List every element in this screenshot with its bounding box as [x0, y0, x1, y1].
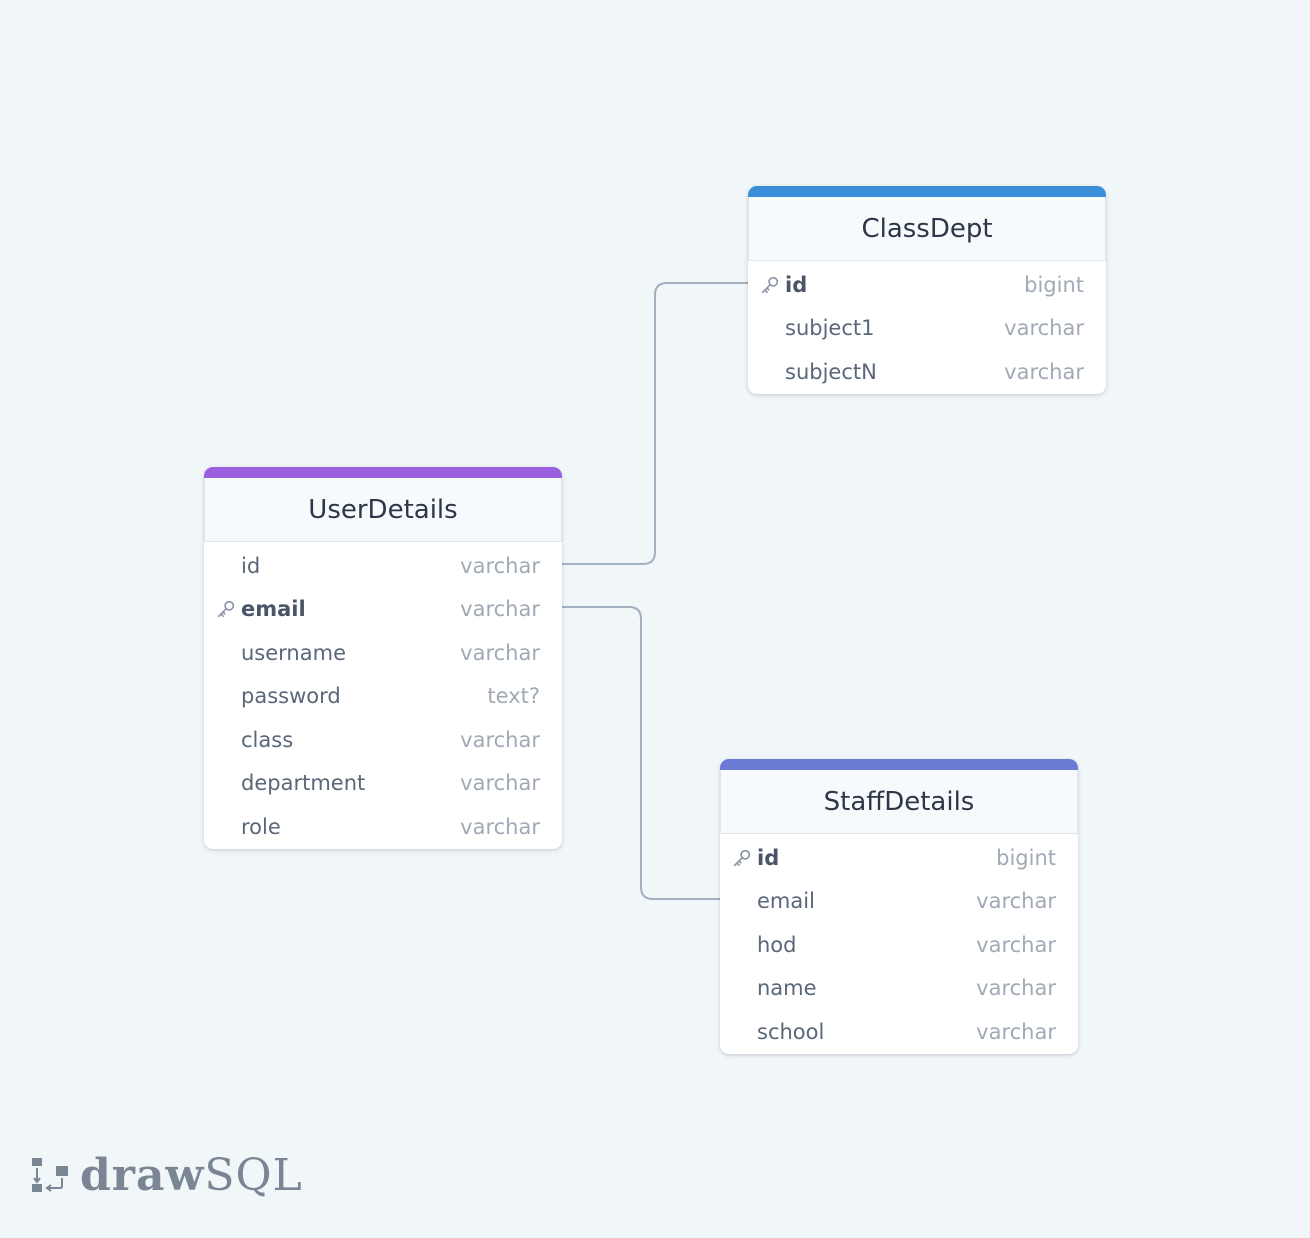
- column-name: email: [241, 597, 306, 622]
- column-name: id: [785, 272, 808, 297]
- column-row[interactable]: password text?: [204, 675, 562, 719]
- column-name: name: [757, 976, 817, 1001]
- diagram-canvas[interactable]: ClassDept id bigint subject1 varchar sub…: [0, 0, 1310, 1238]
- column-name: subjectN: [785, 359, 877, 384]
- column-row[interactable]: role varchar: [204, 805, 562, 849]
- column-name: username: [241, 640, 346, 665]
- column-row[interactable]: subjectN varchar: [748, 350, 1106, 394]
- column-row[interactable]: school varchar: [720, 1010, 1078, 1054]
- column-row[interactable]: email varchar: [720, 880, 1078, 924]
- column-row[interactable]: hod varchar: [720, 923, 1078, 967]
- column-type: varchar: [460, 597, 540, 622]
- drawsql-brand[interactable]: draw SQL: [30, 1149, 303, 1201]
- brand-wordmark-sql: SQL: [204, 1149, 303, 1201]
- column-row[interactable]: id bigint: [748, 263, 1106, 307]
- column-type: varchar: [460, 640, 540, 665]
- column-type: bigint: [996, 845, 1056, 870]
- column-type: varchar: [460, 771, 540, 796]
- key-icon: [217, 601, 235, 618]
- column-type: varchar: [1004, 316, 1084, 341]
- column-row[interactable]: email varchar: [204, 588, 562, 632]
- column-type: varchar: [1004, 359, 1084, 384]
- table-title[interactable]: StaffDetails: [720, 770, 1078, 834]
- column-name: id: [241, 553, 261, 578]
- column-name: class: [241, 727, 294, 752]
- relation-userdetails-id-classdept-id[interactable]: [562, 282, 748, 565]
- column-name: department: [241, 771, 366, 796]
- column-type: text?: [487, 684, 540, 709]
- column-name: hod: [757, 932, 797, 957]
- table-accent-bar: [204, 467, 562, 478]
- relation-connectors: [562, 282, 748, 900]
- column-list: id bigint subject1 varchar subjectN varc…: [748, 261, 1106, 394]
- column-row[interactable]: id bigint: [720, 836, 1078, 880]
- table-title[interactable]: ClassDept: [748, 197, 1106, 261]
- column-type: varchar: [460, 814, 540, 839]
- table-classdept[interactable]: ClassDept id bigint subject1 varchar sub…: [748, 186, 1106, 394]
- table-accent-bar: [748, 186, 1106, 197]
- column-list: id bigint email varchar hod varchar name…: [720, 834, 1078, 1054]
- column-type: varchar: [460, 553, 540, 578]
- column-name: subject1: [785, 316, 875, 341]
- column-row[interactable]: id varchar: [204, 544, 562, 588]
- column-type: varchar: [976, 889, 1056, 914]
- column-type: bigint: [1024, 272, 1084, 297]
- column-type: varchar: [460, 727, 540, 752]
- table-userdetails[interactable]: UserDetails id varchar email varchar use…: [204, 467, 562, 849]
- column-name: id: [757, 845, 780, 870]
- drawsql-logo-icon: [32, 1158, 68, 1192]
- column-row[interactable]: class varchar: [204, 718, 562, 762]
- column-row[interactable]: department varchar: [204, 762, 562, 806]
- table-staffdetails[interactable]: StaffDetails id bigint email varchar hod…: [720, 759, 1078, 1054]
- column-name: email: [757, 889, 815, 914]
- table-title[interactable]: UserDetails: [204, 478, 562, 542]
- column-type: varchar: [976, 1019, 1056, 1044]
- column-row[interactable]: username varchar: [204, 631, 562, 675]
- column-row[interactable]: subject1 varchar: [748, 307, 1106, 351]
- column-name: role: [241, 814, 281, 839]
- column-row[interactable]: name varchar: [720, 967, 1078, 1011]
- column-list: id varchar email varchar username varcha…: [204, 542, 562, 849]
- column-name: school: [757, 1019, 825, 1044]
- table-accent-bar: [720, 759, 1078, 770]
- column-type: varchar: [976, 932, 1056, 957]
- column-name: password: [241, 684, 341, 709]
- brand-wordmark-draw: draw: [80, 1149, 205, 1201]
- column-type: varchar: [976, 976, 1056, 1001]
- key-icon: [761, 276, 779, 293]
- key-icon: [733, 849, 751, 866]
- relation-userdetails-email-staffdetails-id[interactable]: [562, 606, 720, 900]
